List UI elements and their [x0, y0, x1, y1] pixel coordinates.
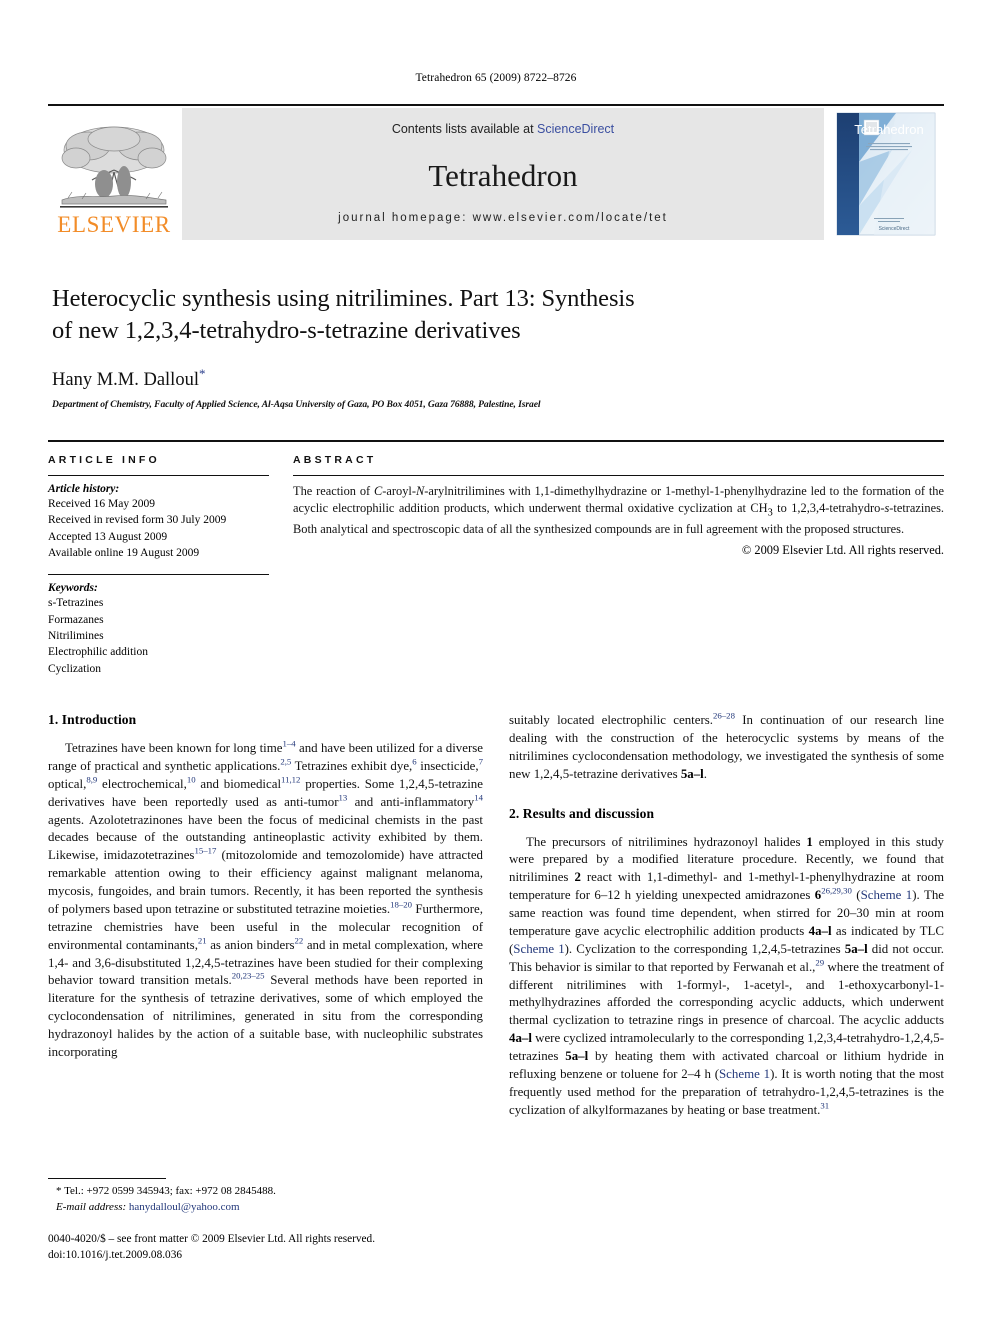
sciencedirect-link[interactable]: ScienceDirect — [537, 122, 614, 136]
article-history-revised: Received in revised form 30 July 2009 — [48, 514, 227, 527]
footnote-contact: * Tel.: +972 0599 345943; fax: +972 08 2… — [48, 1184, 483, 1200]
keyword-item: Electrophilic addition — [48, 646, 148, 659]
paragraph-results: The precursors of nitrilimines hydrazono… — [509, 834, 945, 1117]
info-abstract-block: ARTICLE INFO Article history: Received 1… — [48, 440, 944, 677]
article-history-online: Available online 19 August 2009 — [48, 546, 200, 559]
keyword-item: s-Tetrazines — [48, 597, 104, 610]
left-column: 1. Introduction Tetrazines have been kno… — [48, 712, 483, 1124]
journal-title: Tetrahedron — [428, 157, 578, 193]
footnote-email-address[interactable]: hanydalloul@yahoo.com — [129, 1201, 240, 1213]
paragraph-intro: Tetrazines have been known for long time… — [48, 738, 483, 1059]
article-info-heading: ARTICLE INFO — [48, 454, 160, 466]
running-head: Tetrahedron 65 (2009) 8722–8726 — [415, 72, 577, 84]
elsevier-logo: ELSEVIER — [48, 108, 180, 240]
footnote-marker: * — [56, 1185, 62, 1197]
journal-banner: Contents lists available at ScienceDirec… — [182, 108, 824, 240]
paper-page: Tetrahedron 65 (2009) 8722–8726 ELSEVIER… — [0, 0, 992, 1323]
article-title-line-2: of new 1,2,3,4-tetrahydro-s-tetrazine de… — [52, 316, 521, 344]
article-history-received: Received 16 May 2009 — [48, 498, 155, 510]
keywords-divider — [48, 574, 269, 576]
keyword-item: Nitrilimines — [48, 629, 104, 642]
abstract-copyright: © 2009 Elsevier Ltd. All rights reserved… — [741, 542, 944, 557]
abstract-text: The reaction of C-aroyl-N-arylnitrilimin… — [293, 484, 944, 536]
footnote-email: E-mail address: hanydalloul@yahoo.com — [48, 1200, 483, 1216]
page-footer: 0040-4020/$ – see front matter © 2009 El… — [48, 1231, 548, 1263]
footnote-divider — [48, 1178, 166, 1179]
abstract-column: ABSTRACT The reaction of C-aroyl-N-aryln… — [293, 454, 944, 677]
footer-issn-line: 0040-4020/$ – see front matter © 2009 El… — [48, 1233, 376, 1245]
keywords-block: Keywords: s-Tetrazines Formazanes Nitril… — [48, 574, 269, 677]
contents-available-line: Contents lists available at ScienceDirec… — [392, 122, 614, 136]
article-info-divider — [48, 475, 269, 476]
section-heading-introduction: 1. Introduction — [48, 712, 137, 727]
journal-masthead: ELSEVIER Contents lists available at Sci… — [48, 104, 944, 240]
keyword-item: Formazanes — [48, 613, 104, 626]
section-heading-results: 2. Results and discussion — [509, 805, 655, 821]
article-title: Heterocyclic synthesis using nitrilimine… — [52, 283, 942, 347]
corresponding-author-marker: * — [198, 365, 206, 381]
body-columns: 1. Introduction Tetrazines have been kno… — [48, 710, 945, 1124]
corresponding-author-footnote: * Tel.: +972 0599 345943; fax: +972 08 2… — [48, 1178, 483, 1216]
article-info-column: ARTICLE INFO Article history: Received 1… — [48, 454, 293, 677]
article-history-label: Article history: — [48, 483, 120, 495]
article-history-accepted: Accepted 13 August 2009 — [48, 530, 168, 543]
svg-text:ScienceDirect: ScienceDirect — [879, 226, 910, 232]
article-title-line-1: Heterocyclic synthesis using nitrilimine… — [52, 285, 635, 312]
article-header: Heterocyclic synthesis using nitrilimine… — [52, 283, 942, 410]
elsevier-wordmark: ELSEVIER — [57, 212, 171, 237]
journal-cover-thumbnail[interactable]: Tetrahedron ScienceDirect — [828, 108, 944, 240]
keyword-item: Cyclization — [48, 662, 102, 675]
paragraph-intro-continued: suitably located electrophilic centers.2… — [509, 710, 944, 781]
elsevier-tree-icon — [58, 124, 170, 212]
journal-cover-image: Tetrahedron ScienceDirect — [834, 110, 938, 238]
footnote-tel-fax: Tel.: +972 0599 345943; fax: +972 08 284… — [64, 1185, 276, 1197]
affiliation: Department of Chemistry, Faculty of Appl… — [52, 398, 541, 410]
abstract-heading: ABSTRACT — [293, 454, 377, 466]
svg-text:Tetrahedron: Tetrahedron — [854, 122, 923, 137]
right-column: suitably located electrophilic centers.2… — [509, 710, 945, 1124]
keywords-label: Keywords: — [48, 582, 98, 595]
abstract-divider — [293, 475, 944, 476]
footer-doi-line: doi:10.1016/j.tet.2009.08.036 — [48, 1249, 182, 1262]
contents-prefix: Contents lists available at — [391, 122, 538, 136]
author-name: Hany M.M. Dalloul — [52, 369, 199, 390]
author-list: Hany M.M. Dalloul* — [52, 366, 942, 391]
journal-homepage-link[interactable]: journal homepage: www.elsevier.com/locat… — [338, 212, 668, 224]
footnote-email-label: E-mail address: — [56, 1200, 127, 1213]
